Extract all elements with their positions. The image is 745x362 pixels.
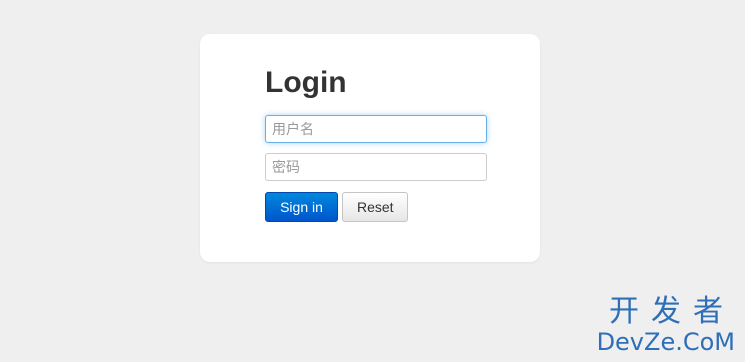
- reset-button[interactable]: Reset: [342, 192, 408, 222]
- password-input[interactable]: [265, 153, 487, 181]
- watermark-logo: 开发者 DevZe.CoM: [596, 294, 735, 357]
- login-card: Login Sign in Reset: [200, 34, 540, 262]
- username-input[interactable]: [265, 115, 487, 143]
- page-title: Login: [265, 66, 347, 99]
- watermark-line-2: DevZe.CoM: [596, 328, 735, 356]
- watermark-line-1: 开发者: [609, 294, 735, 329]
- sign-in-button[interactable]: Sign in: [265, 192, 338, 222]
